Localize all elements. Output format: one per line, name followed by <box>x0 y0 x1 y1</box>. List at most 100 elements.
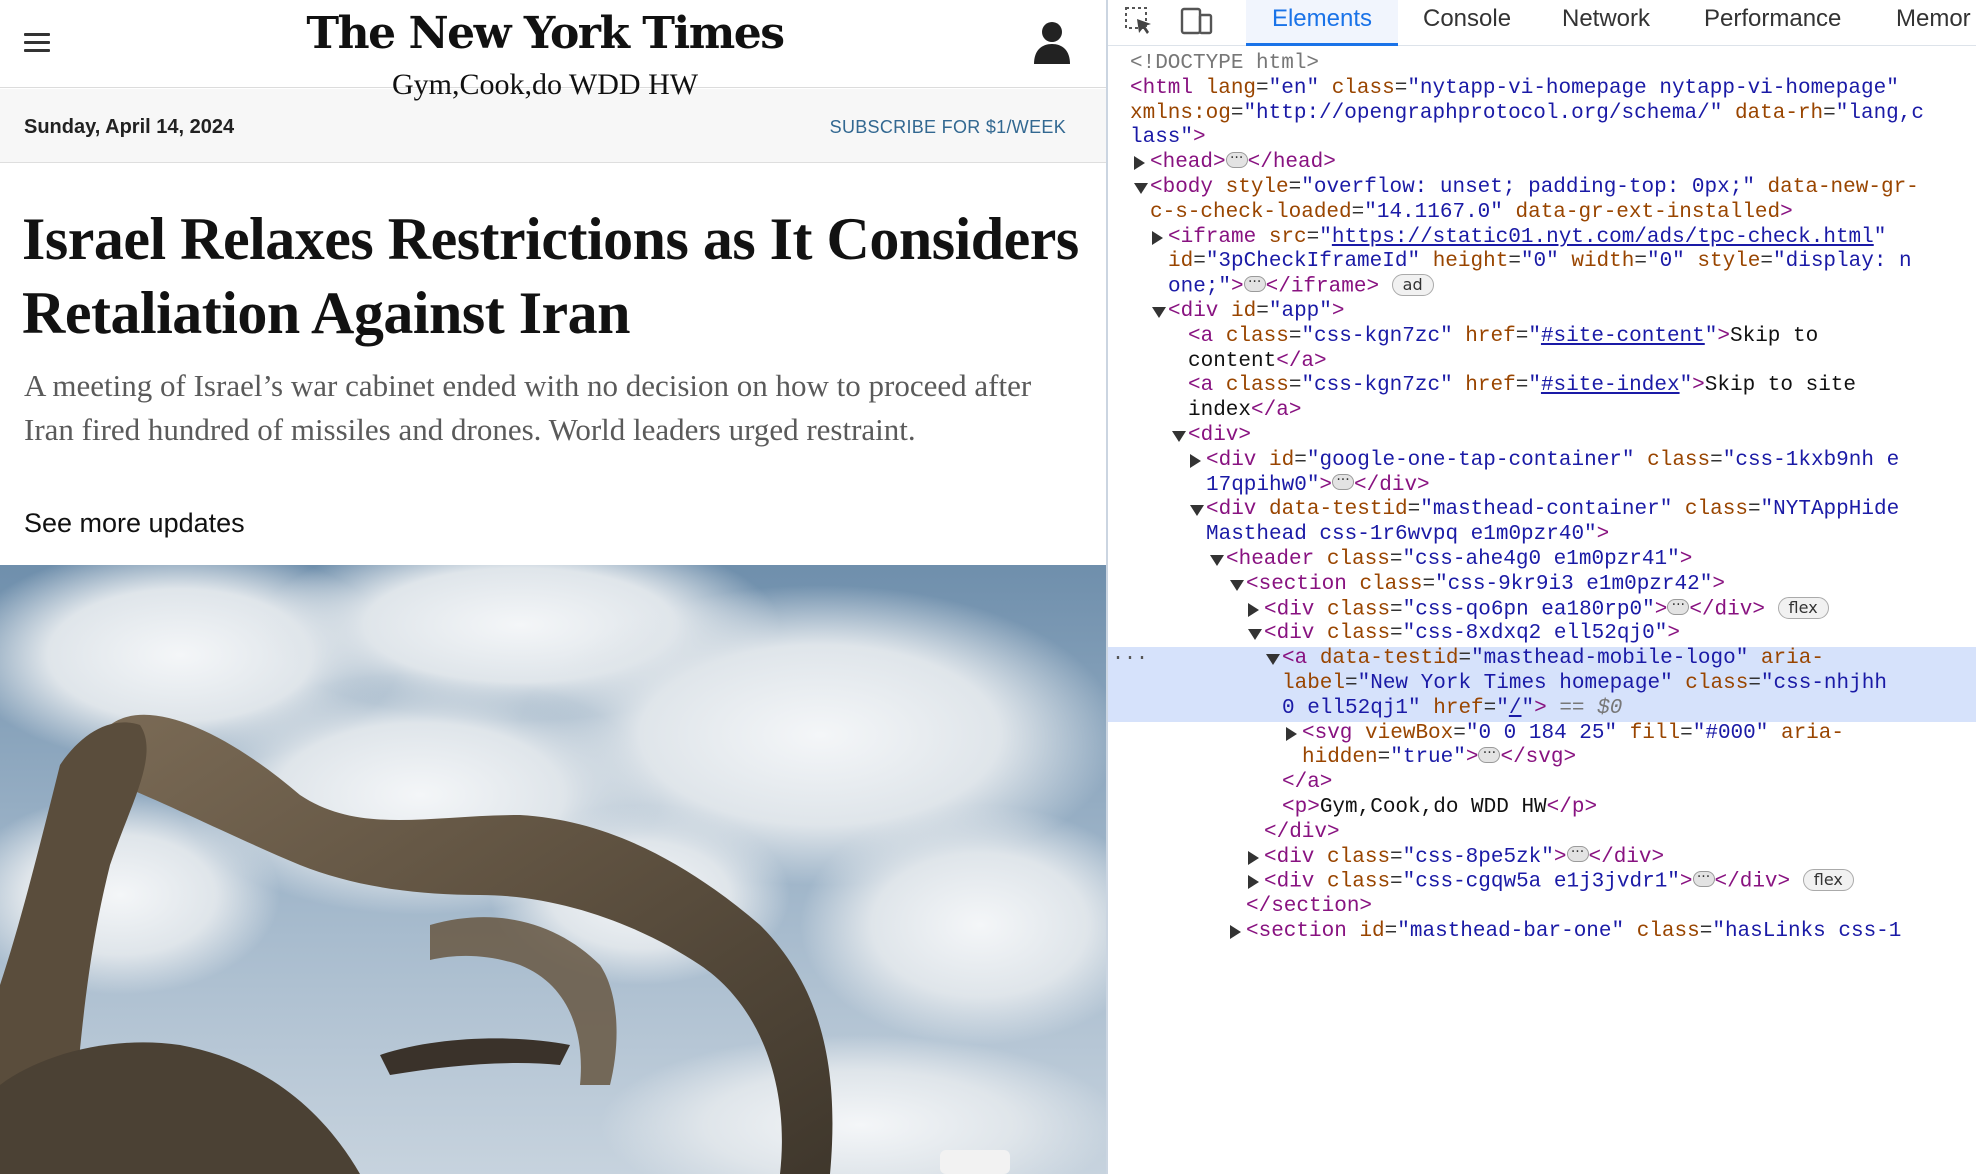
dom-line-content: label="New York Times homepage" class="c… <box>1282 671 1887 695</box>
dom-line-content: <div id="google-one-tap-container" class… <box>1206 448 1900 472</box>
collapse-arrow-icon[interactable] <box>1134 182 1148 194</box>
see-more-updates-link[interactable]: See more updates <box>24 508 245 539</box>
dom-line[interactable]: <p>Gym,Cook,do WDD HW</p> <box>1108 796 1976 821</box>
dom-line[interactable]: <iframe src="https://static01.nyt.com/ad… <box>1108 226 1976 251</box>
expand-arrow-icon[interactable] <box>1230 924 1241 939</box>
tab-elements[interactable]: Elements <box>1246 0 1398 46</box>
dom-line[interactable]: label="New York Times homepage" class="c… <box>1108 671 1976 697</box>
dom-line[interactable]: <svg viewBox="0 0 184 25" fill="#000" ar… <box>1108 722 1976 747</box>
dom-line-content: <iframe src="https://static01.nyt.com/ad… <box>1168 225 1887 249</box>
dom-line[interactable]: <section class="css-9kr9i3 e1m0pzr42"> <box>1108 573 1976 598</box>
dom-line-content: <a class="css-kgn7zc" href="#site-index"… <box>1188 374 1857 398</box>
tab-performance[interactable]: Performance <box>1704 0 1841 46</box>
dom-line-content: content</a> <box>1188 349 1327 373</box>
dom-line[interactable]: <div id="app"> <box>1108 300 1976 325</box>
masthead-note: Gym,Cook,do WDD HW <box>391 68 699 101</box>
dom-line[interactable]: lass"> <box>1108 126 1976 151</box>
dom-line-content: <body style="overflow: unset; padding-to… <box>1150 175 1919 199</box>
dom-line-content: <div class="css-8pe5zk"> ··· </div> <box>1264 843 1665 869</box>
dom-line[interactable]: Masthead css-1r6wvpq e1m0pzr40"> <box>1108 523 1976 548</box>
tab-network[interactable]: Network <box>1562 0 1650 46</box>
expand-arrow-icon[interactable] <box>1190 453 1201 468</box>
device-toolbar-icon[interactable] <box>1180 6 1214 36</box>
dom-line[interactable]: <div class="css-cgqw5a e1j3jvdr1"> ··· </d… <box>1108 869 1976 895</box>
expand-arrow-icon[interactable] <box>1248 875 1259 890</box>
collapse-arrow-icon[interactable] <box>1190 505 1204 517</box>
dom-line[interactable]: <body style="overflow: unset; padding-to… <box>1108 176 1976 201</box>
dom-line-content: <div> <box>1188 423 1252 447</box>
dom-line[interactable]: ··· <a data-testid="masthead-mobile-logo"… <box>1108 647 1976 672</box>
dom-line-content: xmlns:og="http://opengraphprotocol.org/s… <box>1130 101 1924 125</box>
dom-line[interactable]: hidden="true"> ··· </svg> <box>1108 746 1976 771</box>
dom-line[interactable]: index</a> <box>1108 399 1976 424</box>
dom-line[interactable]: 0 ell52qj1" href="/"> == $0 <box>1108 696 1976 722</box>
devtools-panel: Elements Console Network Performance Mem… <box>1106 0 1976 1174</box>
dom-line[interactable]: <section id="masthead-bar-one" class="ha… <box>1108 920 1976 945</box>
dom-line-content: hidden="true"> ··· </svg> <box>1302 744 1577 770</box>
dom-line[interactable]: <div class="css-8pe5zk"> ··· </div> <box>1108 843 1976 871</box>
collapse-arrow-icon[interactable] <box>1210 554 1224 566</box>
tab-memory[interactable]: Memor <box>1896 0 1971 46</box>
dom-line-content: </div> <box>1264 820 1340 844</box>
dom-line-content: <!DOCTYPE html> <box>1130 52 1320 75</box>
dom-line[interactable]: <!DOCTYPE html> <box>1108 52 1976 77</box>
dom-line[interactable]: <div class="css-8xdxq2 ell52qj0"> <box>1108 622 1976 647</box>
dom-line-content: <div class="css-qo6pn ea180rp0"> ··· </div… <box>1264 596 1829 623</box>
dom-line[interactable]: content</a> <box>1108 350 1976 375</box>
dom-line[interactable]: <div data-testid="masthead-container" cl… <box>1108 498 1976 523</box>
dom-line-content: lass"> <box>1130 126 1206 150</box>
dom-line[interactable]: id="3pCheckIframeId" height="0" width="0… <box>1108 250 1976 275</box>
dom-line-content: <section id="masthead-bar-one" class="ha… <box>1246 919 1902 943</box>
dom-line-content: <div class="css-8xdxq2 ell52qj0"> <box>1264 622 1680 646</box>
dom-tree[interactable]: <!DOCTYPE html> <html lang="en" class="ny… <box>1108 46 1976 1174</box>
collapse-arrow-icon[interactable] <box>1230 579 1244 591</box>
dom-line[interactable]: <html lang="en" class="nytapp-vi-homepag… <box>1108 77 1976 102</box>
dom-line[interactable]: <a class="css-kgn7zc" href="#site-index"… <box>1108 374 1976 399</box>
dom-line[interactable]: <a class="css-kgn7zc" href="#site-conten… <box>1108 325 1976 350</box>
tab-console[interactable]: Console <box>1423 0 1511 46</box>
dom-line[interactable]: c-s-check-loaded="14.1167.0" data-gr-ext… <box>1108 201 1976 226</box>
more-actions-icon[interactable]: ··· <box>1112 647 1148 672</box>
dom-line-content: </section> <box>1246 895 1373 919</box>
devtools-toolbar: Elements Console Network Performance Mem… <box>1108 0 1976 46</box>
date-label: Sunday, April 14, 2024 <box>24 116 235 138</box>
dom-line-content: <div id="app"> <box>1168 299 1345 323</box>
account-icon[interactable] <box>1032 20 1072 66</box>
dom-line[interactable]: 17qpihw0"> ··· </div> <box>1108 472 1976 499</box>
dom-line-content: 17qpihw0"> ··· </div> <box>1206 472 1430 497</box>
dom-line-content: <header class="css-ahe4g0 e1m0pzr41"> <box>1226 547 1693 571</box>
expand-arrow-icon[interactable] <box>1286 726 1297 741</box>
dom-line-content: 0 ell52qj1" href="/"> == $0 <box>1282 696 1623 720</box>
subscribe-link[interactable]: SUBSCRIBE FOR $1/WEEK <box>830 117 1066 138</box>
dom-line-content: id="3pCheckIframeId" height="0" width="0… <box>1168 250 1912 274</box>
dom-line[interactable]: <header class="css-ahe4g0 e1m0pzr41"> <box>1108 548 1976 573</box>
expand-arrow-icon[interactable] <box>1152 230 1163 245</box>
dom-line-content: c-s-check-loaded="14.1167.0" data-gr-ext… <box>1150 200 1793 224</box>
dom-line[interactable]: <div class="css-qo6pn ea180rp0"> ··· </div… <box>1108 596 1976 623</box>
nyt-logo[interactable]: The New York Times <box>300 8 790 59</box>
dom-line[interactable]: <div> <box>1108 424 1976 449</box>
dom-line[interactable]: </section> <box>1108 895 1976 920</box>
dom-line[interactable]: xmlns:og="http://opengraphprotocol.org/s… <box>1108 102 1976 127</box>
dom-line-content: <p>Gym,Cook,do WDD HW</p> <box>1282 795 1598 819</box>
collapse-arrow-icon[interactable] <box>1152 306 1166 318</box>
collapse-arrow-icon[interactable] <box>1266 654 1280 666</box>
collapse-arrow-icon[interactable] <box>1172 430 1186 442</box>
lead-photo[interactable] <box>0 565 1106 1174</box>
dom-line[interactable]: <head> ··· </head> <box>1108 151 1976 176</box>
website-viewport: The New York Times Gym,Cook,do WDD HW Su… <box>0 0 1106 1174</box>
expand-arrow-icon[interactable] <box>1248 602 1259 617</box>
dom-line[interactable]: </div> <box>1108 821 1976 846</box>
expand-arrow-icon[interactable] <box>1134 156 1145 171</box>
hamburger-menu-icon[interactable] <box>22 30 54 56</box>
inspect-element-icon[interactable] <box>1124 6 1154 36</box>
collapse-arrow-icon[interactable] <box>1248 629 1262 641</box>
expand-arrow-icon[interactable] <box>1248 850 1259 865</box>
dom-line[interactable]: one;"> ··· </iframe> ad <box>1108 274 1976 300</box>
dom-line-content: Masthead css-1r6wvpq e1m0pzr40"> <box>1206 523 1610 547</box>
dom-line-content: <div data-testid="masthead-container" cl… <box>1206 498 1900 522</box>
headline[interactable]: Israel Relaxes Restrictions as It Consid… <box>22 202 1082 350</box>
article-summary: A meeting of Israel’s war cabinet ended … <box>24 368 1032 447</box>
dom-line[interactable]: </a> <box>1108 771 1976 796</box>
dom-line[interactable]: <div id="google-one-tap-container" class… <box>1108 449 1976 474</box>
